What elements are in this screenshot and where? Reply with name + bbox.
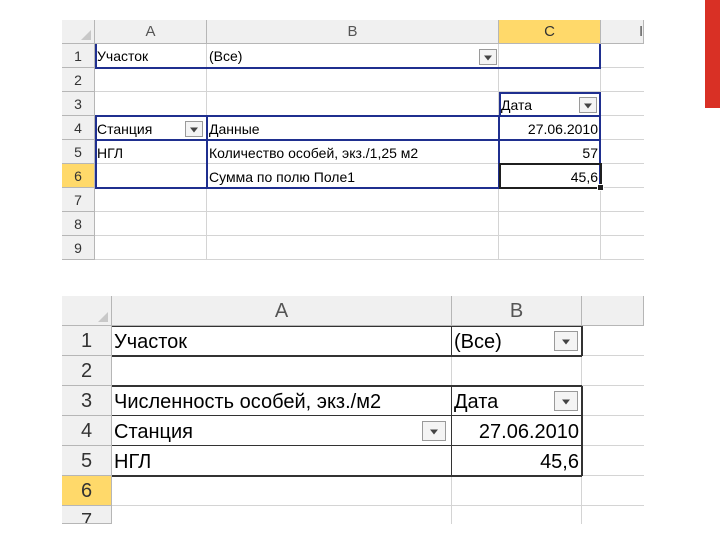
cell-b5-measure[interactable]: Количество особей, экз./1,25 м2 [207,140,499,164]
chevron-down-icon [190,127,198,133]
row-header-5[interactable]: 5 [62,140,95,164]
pivot-border [112,326,582,327]
cell-a4-row-field[interactable]: Станция [95,116,183,140]
row-header-2[interactable]: 2 [62,356,112,386]
cell-b4-data-label[interactable]: Данные [207,116,499,140]
cell-b1-filter-value[interactable]: (Все) [452,326,552,356]
column-header-b[interactable]: B [207,20,499,44]
accent-bar [705,0,720,540]
pivot-border [112,385,582,387]
pivot-border [95,116,97,188]
fill-handle[interactable] [597,184,604,191]
row-header-3[interactable]: 3 [62,92,95,116]
accent-bar-red [705,0,720,108]
pivot-border [95,67,601,69]
row-header-2[interactable]: 2 [62,68,95,92]
row-header-6[interactable]: 6 [62,476,112,506]
pivot-border [95,139,601,141]
pivot-border [95,44,97,68]
cell-b5-value[interactable]: 45,6 [452,446,582,476]
column-header-c[interactable]: C [499,20,601,44]
column-header-a[interactable]: A [95,20,207,44]
cell-c4-date[interactable]: 27.06.2010 [499,116,601,140]
cell-a5-station[interactable]: НГЛ [112,446,452,476]
pivot-border [112,415,582,416]
chevron-down-icon [484,55,492,61]
filter-dropdown-button[interactable] [554,331,578,351]
filter-dropdown-button[interactable] [479,49,497,65]
column-header-d[interactable]: I [601,20,644,44]
pivot-border [112,445,582,446]
station-dropdown-button[interactable] [422,421,446,441]
column-header-c[interactable] [582,296,644,326]
pivot-border [499,92,501,116]
row-header-1[interactable]: 1 [62,44,95,68]
active-cell-cursor [499,163,602,189]
chevron-down-icon [430,429,438,435]
pivot-border [206,116,208,188]
row-header-4[interactable]: 4 [62,416,112,446]
pivot-border [581,386,583,476]
cell-b6-measure[interactable]: Сумма по полю Поле1 [207,164,499,188]
row-header-8[interactable]: 8 [62,212,95,236]
pivot-border [451,326,452,356]
cell-b4-date[interactable]: 27.06.2010 [452,416,582,446]
row-header-7[interactable]: 7 [62,188,95,212]
cell-a1-field-label[interactable]: Участок [95,44,207,68]
cell-c5-value[interactable]: 57 [499,140,601,164]
cell-a5-station[interactable]: НГЛ [95,140,207,164]
row-header-6[interactable]: 6 [62,164,95,188]
date-dropdown-button[interactable] [554,391,578,411]
select-all-corner[interactable] [62,20,95,44]
pivot-border [499,92,601,94]
top-spreadsheet: A B C I 1 2 3 4 5 6 7 8 9 Участок (Все) … [62,20,644,264]
pivot-border [451,386,452,476]
column-header-b[interactable]: B [452,296,582,326]
chevron-down-icon [562,399,570,405]
cell-a4-row-field[interactable]: Станция [112,416,412,446]
pivot-border [581,326,583,356]
pivot-border [599,44,601,68]
chevron-down-icon [584,103,592,109]
select-all-corner[interactable] [62,296,112,326]
row-header-4[interactable]: 4 [62,116,95,140]
chevron-down-icon [562,339,570,345]
cell-b1-filter-value[interactable]: (Все) [207,44,477,68]
column-header-a[interactable]: A [112,296,452,326]
cell-a1-field-label[interactable]: Участок [112,326,452,356]
pivot-border [112,475,582,477]
pivot-border [112,355,582,357]
date-dropdown-button[interactable] [579,97,597,113]
cell-a3-data-field[interactable]: Численность особей, экз./м2 [112,386,452,416]
bottom-spreadsheet: A B 1 2 3 4 5 6 7 Участок (Все) Численно… [62,296,644,524]
cell-c3-column-field[interactable]: Дата [499,92,577,116]
cell-b3-column-field[interactable]: Дата [452,386,552,416]
station-dropdown-button[interactable] [185,121,203,137]
row-header-9[interactable]: 9 [62,236,95,260]
row-header-5[interactable]: 5 [62,446,112,476]
row-header-3[interactable]: 3 [62,386,112,416]
row-header-7[interactable]: 7 [62,506,112,524]
row-header-1[interactable]: 1 [62,326,112,356]
pivot-border [95,115,601,117]
